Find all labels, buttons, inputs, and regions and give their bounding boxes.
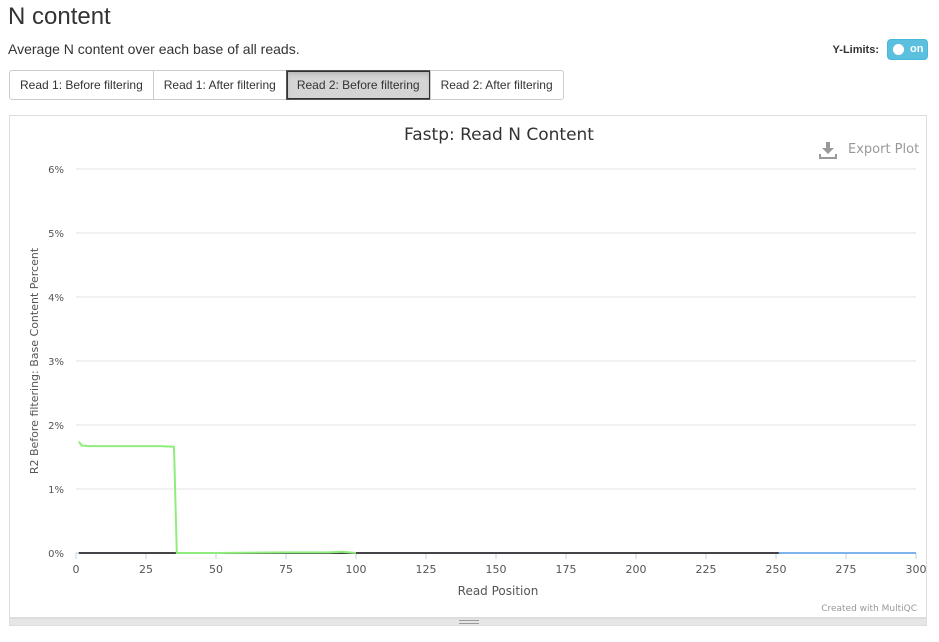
x-tick-label: 200 <box>626 563 647 576</box>
y-tick-label: 3% <box>48 357 64 368</box>
read-tabs: Read 1: Before filtering Read 1: After f… <box>9 70 564 100</box>
x-axis-ticks: 0 25 50 75 100 125 150 175 200 225 250 275 300 <box>73 552 927 576</box>
chart-title: Fastp: Read N Content <box>404 125 594 145</box>
plot-resize-handle[interactable] <box>9 618 927 626</box>
x-tick-label: 150 <box>486 563 507 576</box>
export-plot-button[interactable]: Export Plot <box>819 142 919 159</box>
export-plot-label: Export Plot <box>848 142 919 157</box>
toggle-state-label: on <box>910 43 924 55</box>
y-tick-label: 5% <box>48 229 64 240</box>
series-line-2[interactable] <box>77 441 357 554</box>
y-tick-label: 6% <box>48 165 64 176</box>
x-axis-label: Read Position <box>458 584 539 598</box>
plot-container: Fastp: Read N Content Export Plot 0% 1% 2%… <box>9 115 927 618</box>
multiqc-credit: Created with MultiQC <box>821 604 917 614</box>
chart-series <box>77 441 916 554</box>
x-tick-label: 25 <box>139 563 153 576</box>
chart-grid <box>76 168 916 554</box>
y-tick-label: 0% <box>48 549 64 560</box>
x-tick-label: 50 <box>209 563 223 576</box>
section-title: N content <box>8 3 111 30</box>
section-description: Average N content over each base of all … <box>8 41 300 57</box>
download-icon <box>819 142 837 159</box>
y-axis-label: R2 Before filtering: Base Content Percen… <box>28 247 41 474</box>
x-tick-label: 175 <box>556 563 577 576</box>
y-axis-ticks: 0% 1% 2% 3% 4% 5% 6% <box>48 165 64 560</box>
x-tick-label: 250 <box>766 563 787 576</box>
x-tick-label: 275 <box>836 563 857 576</box>
tab-read1-before-filtering[interactable]: Read 1: Before filtering <box>9 70 154 100</box>
y-limits-control: Y-Limits: on <box>833 39 928 60</box>
x-tick-label: 300 <box>906 563 927 576</box>
tab-read2-after-filtering[interactable]: Read 2: After filtering <box>429 70 564 100</box>
tab-read2-before-filtering[interactable]: Read 2: Before filtering <box>285 70 431 100</box>
x-tick-label: 0 <box>73 563 80 576</box>
x-tick-label: 100 <box>346 563 367 576</box>
grip-icon <box>459 620 479 624</box>
x-tick-label: 225 <box>696 563 717 576</box>
tab-read1-after-filtering[interactable]: Read 1: After filtering <box>152 70 287 100</box>
y-tick-label: 1% <box>48 485 64 496</box>
y-limits-label: Y-Limits: <box>832 43 879 56</box>
n-content-chart: Fastp: Read N Content Export Plot 0% 1% 2%… <box>28 125 927 614</box>
y-limits-toggle[interactable]: on <box>887 39 928 60</box>
x-tick-label: 125 <box>416 563 437 576</box>
y-tick-label: 4% <box>48 293 64 304</box>
x-tick-label: 75 <box>279 563 293 576</box>
toggle-knob-icon <box>893 44 904 55</box>
y-tick-label: 2% <box>48 421 64 432</box>
